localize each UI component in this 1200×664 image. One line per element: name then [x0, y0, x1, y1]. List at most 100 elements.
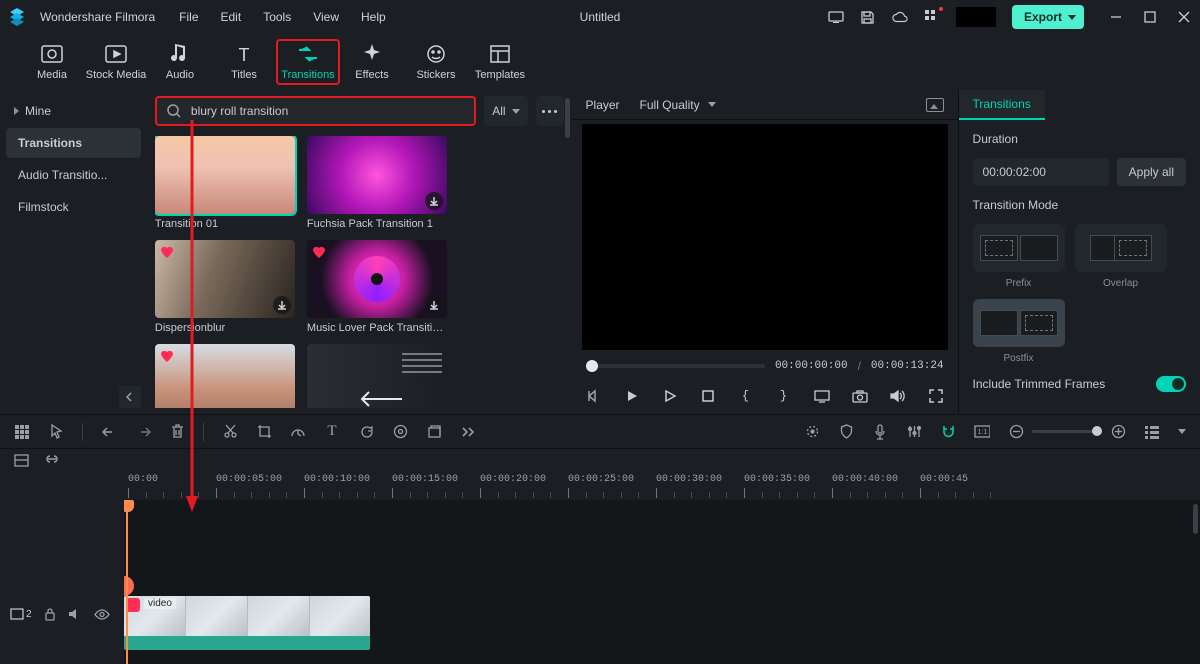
cursor-icon[interactable]	[48, 424, 64, 440]
tab-templates[interactable]: Templates	[468, 39, 532, 85]
menu-tools[interactable]: Tools	[263, 10, 291, 24]
visibility-icon[interactable]	[94, 609, 110, 620]
menu-file[interactable]: File	[179, 10, 198, 24]
camera-icon[interactable]	[852, 388, 868, 404]
collapse-sidebar-button[interactable]	[119, 386, 141, 408]
mode-overlap[interactable]: Overlap	[1075, 224, 1167, 289]
tab-stock-media[interactable]: Stock Media	[84, 39, 148, 85]
cut-icon[interactable]	[222, 424, 238, 440]
mark-out-icon[interactable]: }	[776, 388, 792, 404]
delete-icon[interactable]	[169, 424, 185, 440]
link-icon[interactable]	[44, 454, 60, 470]
asset-card[interactable]: Dispersionblur	[155, 240, 295, 334]
more-options-button[interactable]	[536, 96, 564, 126]
asset-card[interactable]	[155, 344, 295, 408]
asset-card[interactable]: Transition 01	[155, 136, 295, 230]
effects-stack-icon[interactable]	[426, 424, 442, 440]
mark-in-icon[interactable]: {	[738, 388, 754, 404]
play-outline-icon[interactable]	[662, 388, 678, 404]
marker-tool-icon[interactable]	[804, 424, 820, 440]
fullscreen-icon[interactable]	[928, 388, 944, 404]
tab-audio[interactable]: Audio	[148, 39, 212, 85]
crop-icon[interactable]	[256, 424, 272, 440]
zoom-slider[interactable]	[1032, 430, 1102, 433]
search-input-wrap[interactable]	[155, 96, 476, 126]
timeline-tracks[interactable]: 00:0000:00:05:0000:00:10:0000:00:15:0000…	[124, 474, 1200, 664]
sidebar-transitions[interactable]: Transitions	[6, 128, 141, 158]
view-options-icon[interactable]	[1144, 424, 1160, 440]
playhead[interactable]	[126, 500, 128, 664]
apps-icon[interactable]	[924, 9, 940, 25]
volume-icon[interactable]	[890, 388, 906, 404]
player-scrubber[interactable]	[586, 364, 765, 368]
favorite-icon[interactable]	[159, 244, 175, 260]
stop-icon[interactable]	[700, 388, 716, 404]
zoom-control[interactable]	[1008, 424, 1126, 440]
speed-icon[interactable]	[290, 424, 306, 440]
zoom-out-icon[interactable]	[1008, 424, 1024, 440]
display-icon[interactable]	[814, 388, 830, 404]
layout-icon[interactable]	[14, 454, 30, 470]
mic-icon[interactable]	[872, 424, 888, 440]
window-minimize-icon[interactable]	[1108, 9, 1124, 25]
player-canvas[interactable]	[582, 124, 948, 350]
color-icon[interactable]	[392, 424, 408, 440]
mixer-icon[interactable]	[906, 424, 922, 440]
favorite-icon[interactable]	[311, 244, 327, 260]
sidebar-filmstock[interactable]: Filmstock	[6, 192, 141, 222]
save-icon[interactable]	[860, 9, 876, 25]
quality-dropdown[interactable]: Full Quality	[640, 98, 716, 112]
timeline-scrollbar[interactable]	[1193, 504, 1198, 534]
zoom-in-icon[interactable]	[1110, 424, 1126, 440]
download-icon[interactable]	[425, 192, 443, 210]
chevron-down-icon[interactable]	[1178, 429, 1186, 434]
text-icon[interactable]: T	[324, 424, 340, 440]
rotate-icon[interactable]	[358, 424, 374, 440]
window-maximize-icon[interactable]	[1142, 9, 1158, 25]
cloud-icon[interactable]	[892, 9, 908, 25]
lock-icon[interactable]	[44, 607, 56, 621]
mute-icon[interactable]	[68, 608, 82, 620]
mode-postfix[interactable]: Postfix	[973, 299, 1065, 364]
video-clip[interactable]: video	[124, 596, 370, 650]
panel-tab-transitions[interactable]: Transitions	[959, 90, 1045, 120]
track-type-icon[interactable]: 2	[10, 608, 32, 620]
grid-icon[interactable]	[14, 424, 30, 440]
trimmed-frames-toggle[interactable]	[1156, 376, 1186, 392]
export-button[interactable]: Export	[1012, 5, 1084, 29]
undo-icon[interactable]	[101, 424, 117, 440]
asset-card[interactable]: Fuchsia Pack Transition 1	[307, 136, 447, 230]
time-ruler[interactable]: 00:0000:00:05:0000:00:10:0000:00:15:0000…	[124, 474, 1200, 500]
shield-icon[interactable]	[838, 424, 854, 440]
filter-dropdown[interactable]: All	[484, 96, 527, 126]
play-icon[interactable]	[624, 388, 640, 404]
tab-media[interactable]: Media	[20, 39, 84, 85]
favorite-icon[interactable]	[159, 348, 175, 364]
asset-card[interactable]	[307, 344, 447, 408]
sidebar-mine[interactable]: Mine	[6, 96, 141, 126]
apply-all-button[interactable]: Apply all	[1117, 158, 1186, 186]
screen-icon[interactable]	[828, 9, 844, 25]
redo-icon[interactable]	[135, 424, 151, 440]
more-tools-icon[interactable]	[460, 424, 476, 440]
sidebar-audio-transitions[interactable]: Audio Transitio...	[6, 160, 141, 190]
tab-effects[interactable]: Effects	[340, 39, 404, 85]
window-close-icon[interactable]	[1176, 9, 1192, 25]
menu-help[interactable]: Help	[361, 10, 386, 24]
asset-card[interactable]: Music Lover Pack Transition ...	[307, 240, 447, 334]
search-input[interactable]	[189, 103, 464, 119]
menu-view[interactable]: View	[313, 10, 339, 24]
tab-stickers[interactable]: Stickers	[404, 39, 468, 85]
mode-prefix[interactable]: Prefix	[973, 224, 1065, 289]
magnet-icon[interactable]	[940, 424, 956, 440]
browser-scrollbar[interactable]	[565, 98, 570, 138]
tab-transitions[interactable]: Transitions	[276, 39, 340, 85]
duration-input[interactable]: 00:00:02:00	[973, 158, 1109, 186]
tab-titles[interactable]: T Titles	[212, 39, 276, 85]
prev-frame-icon[interactable]	[586, 388, 602, 404]
snapshot-icon[interactable]	[926, 98, 944, 112]
ratio-icon[interactable]: 1:1	[974, 424, 990, 440]
scrubber-knob[interactable]	[586, 360, 598, 372]
menu-edit[interactable]: Edit	[221, 10, 242, 24]
download-icon[interactable]	[273, 296, 291, 314]
